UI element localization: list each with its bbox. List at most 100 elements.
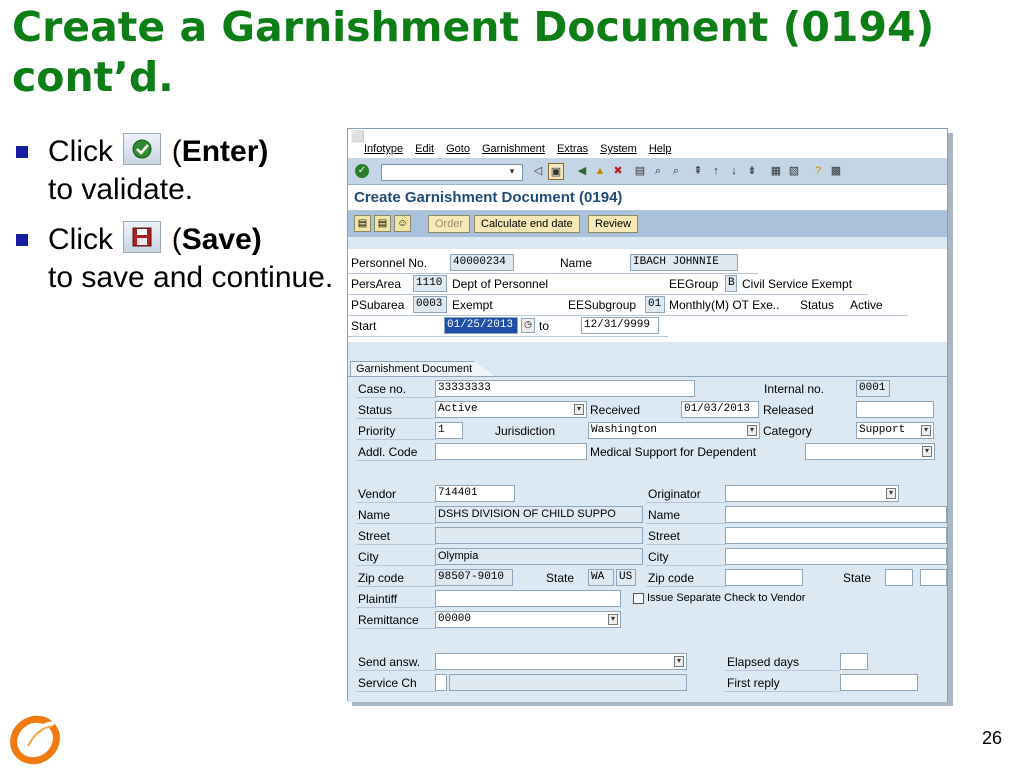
status-field[interactable]: Active ▾ [435, 401, 587, 418]
send-answ-dropdown-icon[interactable]: ▾ [674, 656, 684, 667]
addl-code-field[interactable] [435, 443, 587, 460]
menu-extras[interactable]: Extras [557, 143, 588, 155]
service-ch-label: Service Ch [356, 674, 436, 692]
command-dropdown-icon[interactable]: ▾ [505, 163, 519, 179]
originator-country-field[interactable] [920, 569, 947, 586]
save-button-icon [123, 221, 162, 254]
elapsed-days-field[interactable] [840, 653, 868, 670]
bullet-enter: Click (Enter) to validate. [14, 133, 334, 209]
service-ch-field[interactable] [435, 674, 447, 691]
last-page-icon[interactable]: ⇟ [744, 163, 760, 180]
menu-edit[interactable]: Edit [415, 143, 434, 155]
menu-system[interactable]: System [600, 143, 637, 155]
medical-support-label: Medical Support for Dependent [590, 445, 757, 459]
menu-goto[interactable]: Goto [446, 143, 470, 155]
medical-support-field[interactable]: ▾ [805, 443, 935, 460]
first-reply-field[interactable] [840, 674, 918, 691]
remittance-dropdown-icon[interactable]: ▾ [608, 614, 618, 625]
received-label: Received [590, 403, 641, 417]
end-date-field[interactable]: 12/31/9999 [581, 317, 659, 334]
command-field[interactable] [381, 164, 523, 181]
vendor-field[interactable]: 714401 [435, 485, 515, 502]
medical-support-dropdown-icon[interactable]: ▾ [922, 446, 932, 457]
jurisdiction-dropdown-icon[interactable]: ▾ [747, 425, 757, 436]
plaintiff-label: Plaintiff [356, 590, 436, 608]
originator-dropdown-icon[interactable]: ▾ [886, 488, 896, 499]
vendor-street-field [435, 527, 643, 544]
exit-icon[interactable]: ▲ [592, 163, 608, 180]
enter-button-icon [123, 133, 162, 166]
menu-garnishment[interactable]: Garnishment [482, 143, 545, 155]
help-icon[interactable]: ? [810, 163, 826, 180]
calendar-icon[interactable]: ◷ [521, 318, 535, 333]
enter-icon[interactable]: ✓ [355, 164, 369, 178]
originator-street-field[interactable] [725, 527, 947, 544]
separate-check-checkbox[interactable] [633, 593, 644, 604]
elapsed-days-label: Elapsed days [725, 653, 839, 671]
next-page-icon[interactable]: ↓ [726, 163, 742, 180]
name-label: Name [560, 256, 593, 270]
to-label: to [539, 319, 550, 333]
doc-icon-2[interactable]: ▤ [374, 215, 391, 232]
category-dropdown-icon[interactable]: ▾ [921, 425, 931, 436]
vendor-city-label: City [356, 548, 436, 566]
persarea-text: Dept of Personnel [452, 277, 549, 291]
status-dropdown-icon[interactable]: ▾ [574, 404, 584, 415]
back-arrow-icon[interactable]: ◁ [530, 163, 546, 180]
previous-page-icon[interactable]: ↑ [708, 163, 724, 180]
menu-help[interactable]: Help [649, 143, 672, 155]
first-page-icon[interactable]: ⇞ [690, 163, 706, 180]
originator-zip-label: Zip code [646, 569, 726, 587]
vendor-zip-field: 98507-9010 [435, 569, 513, 586]
cancel-icon[interactable]: ✖ [610, 163, 626, 180]
originator-city-field[interactable] [725, 548, 947, 565]
jurisdiction-field[interactable]: Washington ▾ [588, 422, 760, 439]
send-answ-label: Send answ. [356, 653, 436, 671]
originator-name-field[interactable] [725, 506, 947, 523]
layout-menu-icon[interactable]: ▩ [828, 163, 844, 180]
originator-state-field[interactable] [885, 569, 913, 586]
print-icon[interactable]: ▤ [632, 163, 648, 180]
create-session-icon[interactable]: ▦ [768, 163, 784, 180]
bullet-list: Click (Enter) to validate. Click (Save) … [14, 133, 334, 309]
vendor-state-label: State [546, 571, 575, 585]
save-icon[interactable]: ▣ [548, 163, 564, 180]
start-date-field[interactable]: 01/25/2013 [444, 317, 518, 334]
originator-field[interactable]: ▾ [725, 485, 899, 502]
psubarea-text: Exempt [452, 298, 493, 312]
order-button[interactable]: Order [428, 215, 471, 233]
application-toolbar: ▤ ▤ ☺ Order Calculate end date Review [348, 211, 947, 237]
released-label: Released [763, 403, 814, 417]
bullet-save-prefix: Click [48, 223, 122, 256]
menu-infotype[interactable]: Infotype [364, 143, 403, 155]
start-label: Start [351, 319, 377, 333]
case-no-label: Case no. [356, 380, 436, 398]
originator-zip-field[interactable] [725, 569, 803, 586]
priority-field[interactable]: 1 [435, 422, 463, 439]
received-field[interactable]: 01/03/2013 [681, 401, 759, 418]
shortcut-icon[interactable]: ▧ [786, 163, 802, 180]
category-field[interactable]: Support ▾ [856, 422, 934, 439]
remittance-field-value: 00000 [438, 613, 472, 625]
remittance-field[interactable]: 00000 ▾ [435, 611, 621, 628]
back-icon[interactable]: ◀ [574, 163, 590, 180]
calculate-end-date-button[interactable]: Calculate end date [474, 215, 580, 233]
review-button[interactable]: Review [588, 215, 639, 233]
find-next-icon[interactable]: ⌕ [668, 163, 684, 180]
case-no-field[interactable]: 33333333 [435, 380, 695, 397]
plaintiff-field[interactable] [435, 590, 621, 607]
tab-garnishment-document[interactable]: Garnishment Document [350, 361, 496, 376]
send-answ-field[interactable]: ▾ [435, 653, 687, 670]
personnel-no-field: 40000234 [450, 254, 514, 271]
released-field[interactable] [856, 401, 934, 418]
name-field: IBACH JOHNNIE [630, 254, 738, 271]
header-block: Personnel No. 40000234 Name IBACH JOHNNI… [348, 249, 947, 342]
find-icon[interactable]: ⌕ [650, 163, 666, 180]
bullet-enter-prefix: Click [48, 135, 122, 168]
eesubgroup-label: EESubgroup [568, 298, 637, 312]
menu-corner-icon[interactable]: ⬜ [351, 130, 365, 143]
person-icon[interactable]: ☺ [394, 215, 411, 232]
doc-icon-1[interactable]: ▤ [354, 215, 371, 232]
eegroup-text: Civil Service Exempt [742, 277, 853, 291]
vendor-street-label: Street [356, 527, 436, 545]
